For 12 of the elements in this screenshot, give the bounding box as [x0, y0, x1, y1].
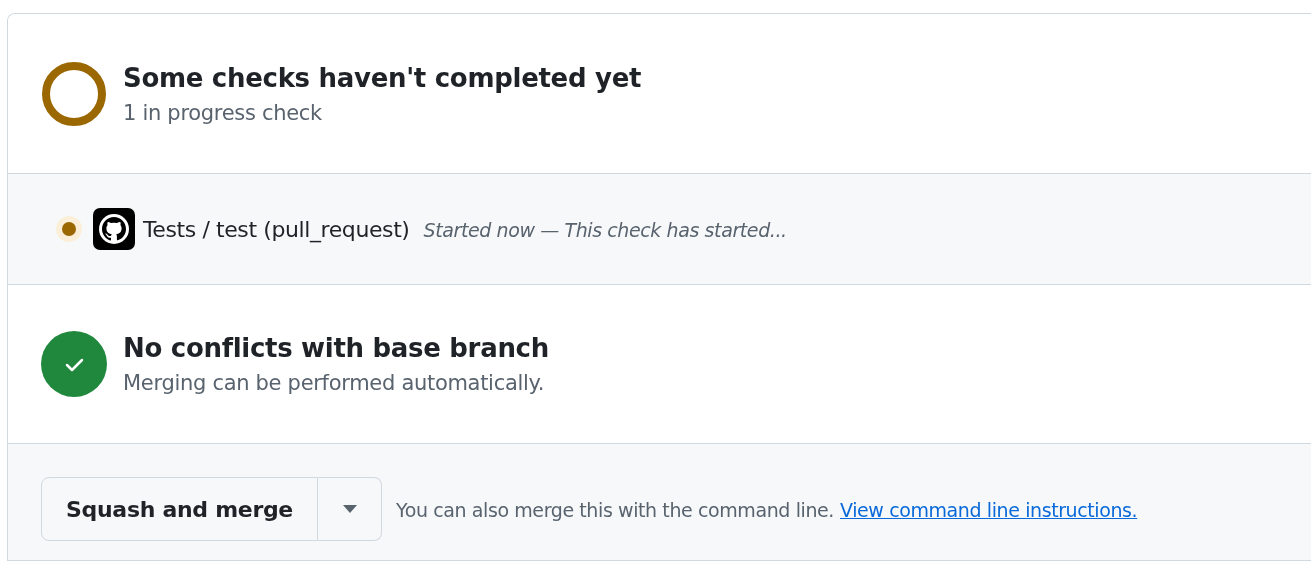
command-line-link[interactable]: View command line instructions. [840, 499, 1138, 521]
check-description: Started now — This check has started... [423, 218, 787, 241]
merge-status-title: No conflicts with base branch [123, 333, 549, 363]
octocat-icon [93, 208, 135, 250]
merge-note: You can also merge this with the command line. [396, 499, 834, 521]
squash-merge-button[interactable]: Squash and merge [41, 477, 318, 541]
checks-title: Some checks haven't completed yet [123, 62, 642, 93]
check-name: Tests / test (pull_request) [143, 216, 410, 242]
merge-options-button[interactable] [318, 477, 382, 541]
merge-status-subtitle: Merging can be performed automatically. [123, 371, 546, 395]
caret-icon [342, 505, 357, 513]
checks-subtitle: 1 in progress check [123, 100, 323, 125]
